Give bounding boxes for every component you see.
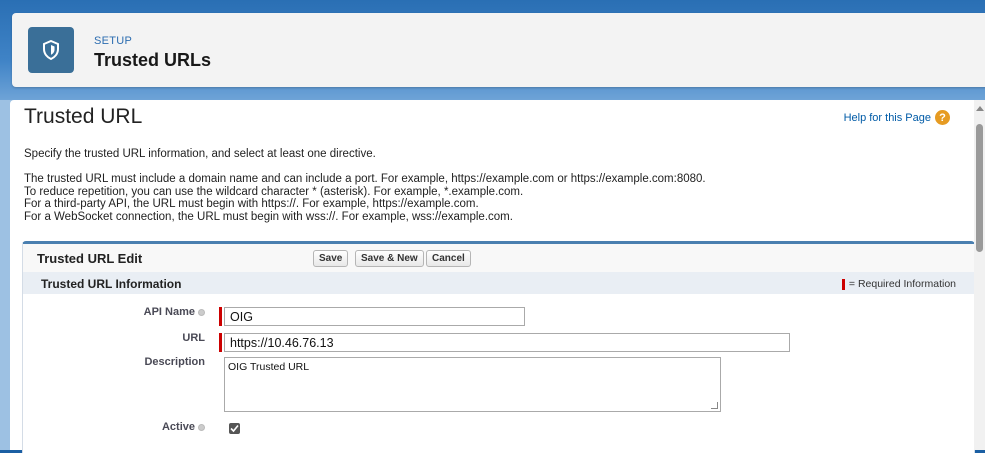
header-title: Trusted URLs [94, 50, 212, 70]
main-content: Trusted URL Help for this Page ? Specify… [10, 100, 975, 453]
info-icon[interactable] [198, 308, 205, 316]
description-label: Description [144, 356, 205, 368]
save-button[interactable]: Save [313, 250, 349, 267]
rules-text: The trusted URL must include a domain na… [24, 173, 706, 223]
rule-line: For a third-party API, the URL must begi… [24, 198, 479, 210]
description-textarea[interactable]: OIG Trusted URL [224, 357, 721, 412]
help-icon: ? [935, 110, 950, 125]
active-label-text: Active [161, 421, 195, 433]
required-indicator [219, 307, 222, 326]
section-title: Trusted URL Information [41, 277, 182, 291]
setup-header: SETUP Trusted URLs [12, 13, 985, 87]
scroll-up-icon[interactable] [976, 106, 984, 111]
page-title: Trusted URL [24, 105, 143, 128]
section-header: Trusted URL Information = Required Infor… [23, 272, 974, 294]
edit-header: Trusted URL Edit Save Save & New Cancel [23, 244, 974, 272]
required-legend: = Required Information [841, 278, 956, 290]
url-input[interactable]: https://10.46.76.13 [224, 333, 790, 352]
help-link-label: Help for this Page [843, 111, 931, 124]
cancel-button[interactable]: Cancel [426, 250, 471, 267]
header-eyebrow: SETUP [94, 35, 133, 47]
required-legend-label: = Required Information [848, 278, 956, 290]
scroll-thumb[interactable] [976, 124, 983, 252]
checkmark-icon [230, 424, 239, 433]
active-checkbox[interactable] [229, 423, 240, 434]
required-indicator [219, 333, 222, 352]
resize-handle[interactable] [711, 402, 718, 409]
description-value: OIG Trusted URL [228, 361, 310, 373]
rule-line: The trusted URL must include a domain na… [24, 173, 706, 185]
intro-text: Specify the trusted URL information, and… [24, 148, 376, 160]
rule-line: To reduce repetition, you can use the wi… [24, 185, 524, 198]
scrollbar[interactable] [974, 100, 985, 450]
edit-title: Trusted URL Edit [37, 251, 143, 266]
help-link[interactable]: Help for this Page ? [844, 110, 950, 125]
api-name-input[interactable]: OIG [224, 307, 525, 326]
rule-line: For a WebSocket connection, the URL must… [24, 210, 513, 223]
shield-icon [28, 27, 74, 73]
save-new-button[interactable]: Save & New [355, 250, 424, 267]
active-label: Active [63, 421, 205, 433]
info-icon[interactable] [198, 423, 205, 431]
api-name-label: API Name [63, 306, 205, 318]
trusted-url-edit-block: Trusted URL Edit Save Save & New Cancel … [22, 241, 975, 453]
api-name-label-text: API Name [143, 306, 195, 318]
url-label: URL [182, 332, 205, 344]
required-marker [841, 278, 845, 290]
